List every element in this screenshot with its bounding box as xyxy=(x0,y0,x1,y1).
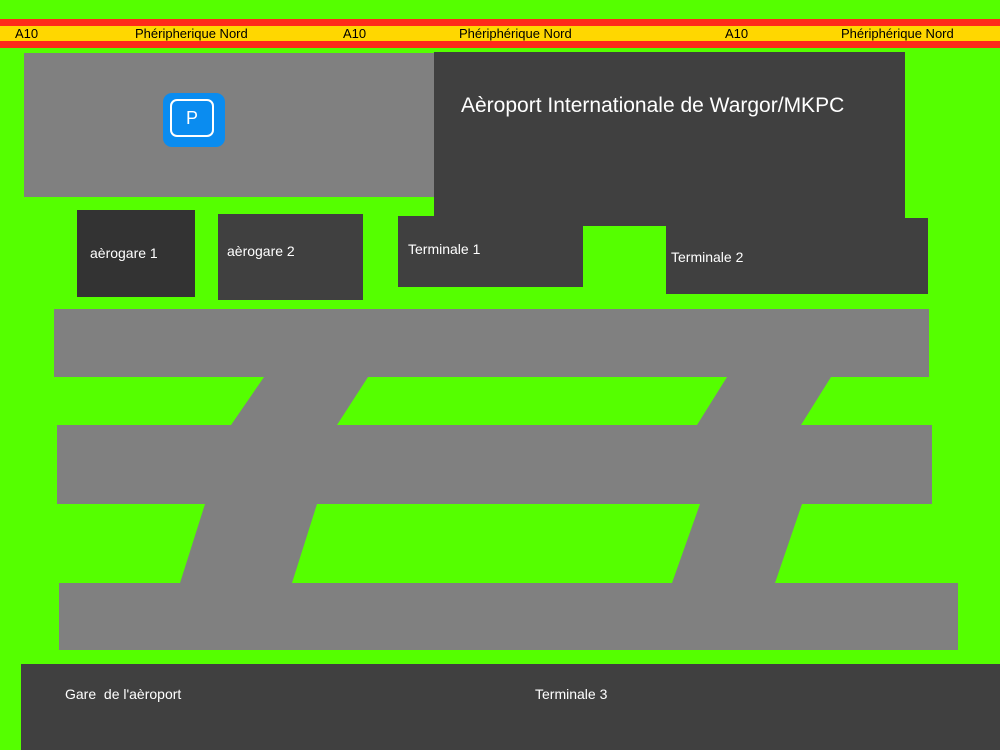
taxiway-connector[interactable] xyxy=(180,504,317,583)
taxiway-connector[interactable] xyxy=(672,504,802,583)
runway-system xyxy=(54,309,958,650)
taxiway-connector[interactable] xyxy=(231,377,368,425)
gare-label: Gare de l'aèroport xyxy=(65,686,182,702)
terminale-3-building[interactable] xyxy=(21,664,1000,750)
runway-middle[interactable] xyxy=(57,425,932,504)
taxiway-connector[interactable] xyxy=(697,377,831,425)
runway-lower[interactable] xyxy=(59,583,958,650)
runway-upper[interactable] xyxy=(54,309,929,377)
terminale-3-label: Terminale 3 xyxy=(535,686,608,702)
